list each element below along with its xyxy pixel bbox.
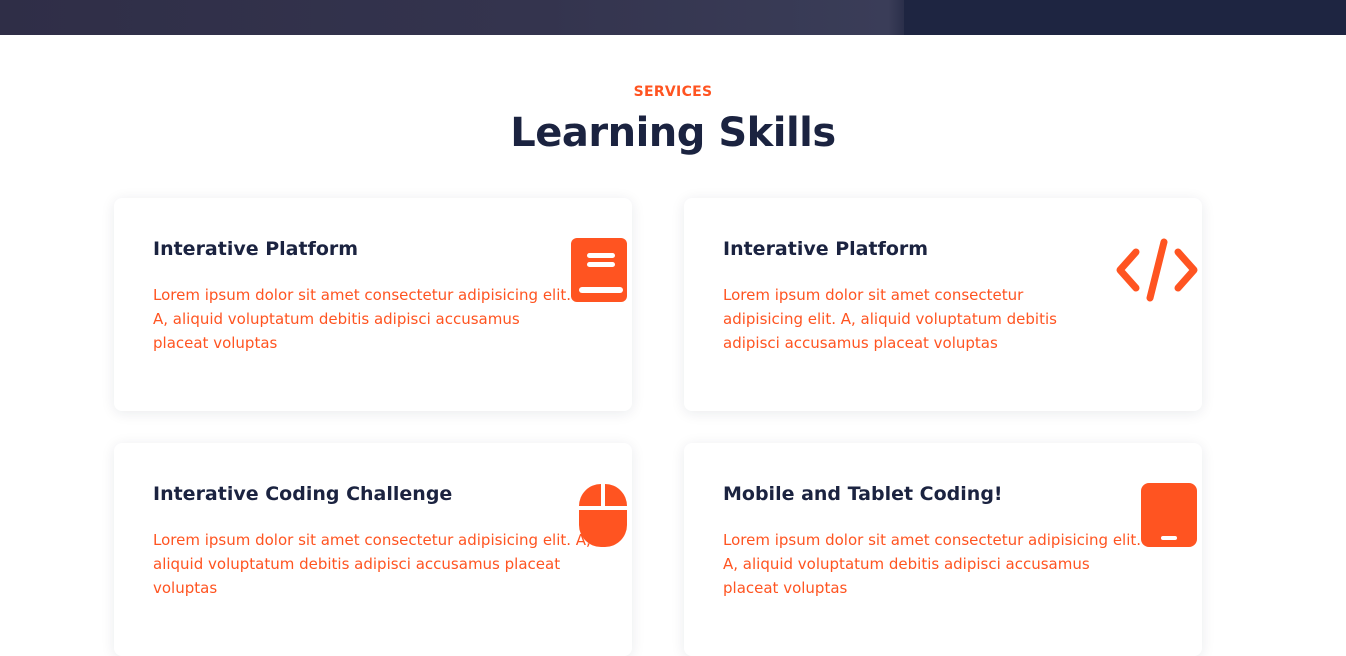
service-card[interactable]: Interative Platform Lorem ipsum dolor si… [114,198,632,411]
hero-banner-bottom [0,0,1346,35]
service-card[interactable]: Interative Platform Lorem ipsum dolor si… [684,198,1202,411]
service-card[interactable]: Mobile and Tablet Coding! Lorem ipsum do… [684,443,1202,656]
section-title: Learning Skills [510,110,836,156]
tablet-icon [1141,483,1198,547]
book-icon [571,238,628,302]
hero-banner-shade [904,0,1346,35]
card-description: Lorem ipsum dolor sit amet consectetur a… [153,531,591,597]
code-icon [1116,238,1198,302]
card-description: Lorem ipsum dolor sit amet consectetur a… [153,286,572,352]
card-title: Interative Platform [723,238,929,260]
card-title: Interative Coding Challenge [153,483,453,505]
card-title: Interative Platform [153,238,359,260]
mouse-icon [578,483,628,548]
card-description: Lorem ipsum dolor sit amet consectetur a… [723,531,1142,597]
card-title: Mobile and Tablet Coding! [723,483,1003,505]
service-card[interactable]: Interative Coding Challenge Lorem ipsum … [114,443,632,656]
services-header: SERVICES Learning Skills [0,82,1346,158]
card-description: Lorem ipsum dolor sit amet consectetur a… [723,286,1057,352]
section-eyebrow: SERVICES [633,84,713,100]
